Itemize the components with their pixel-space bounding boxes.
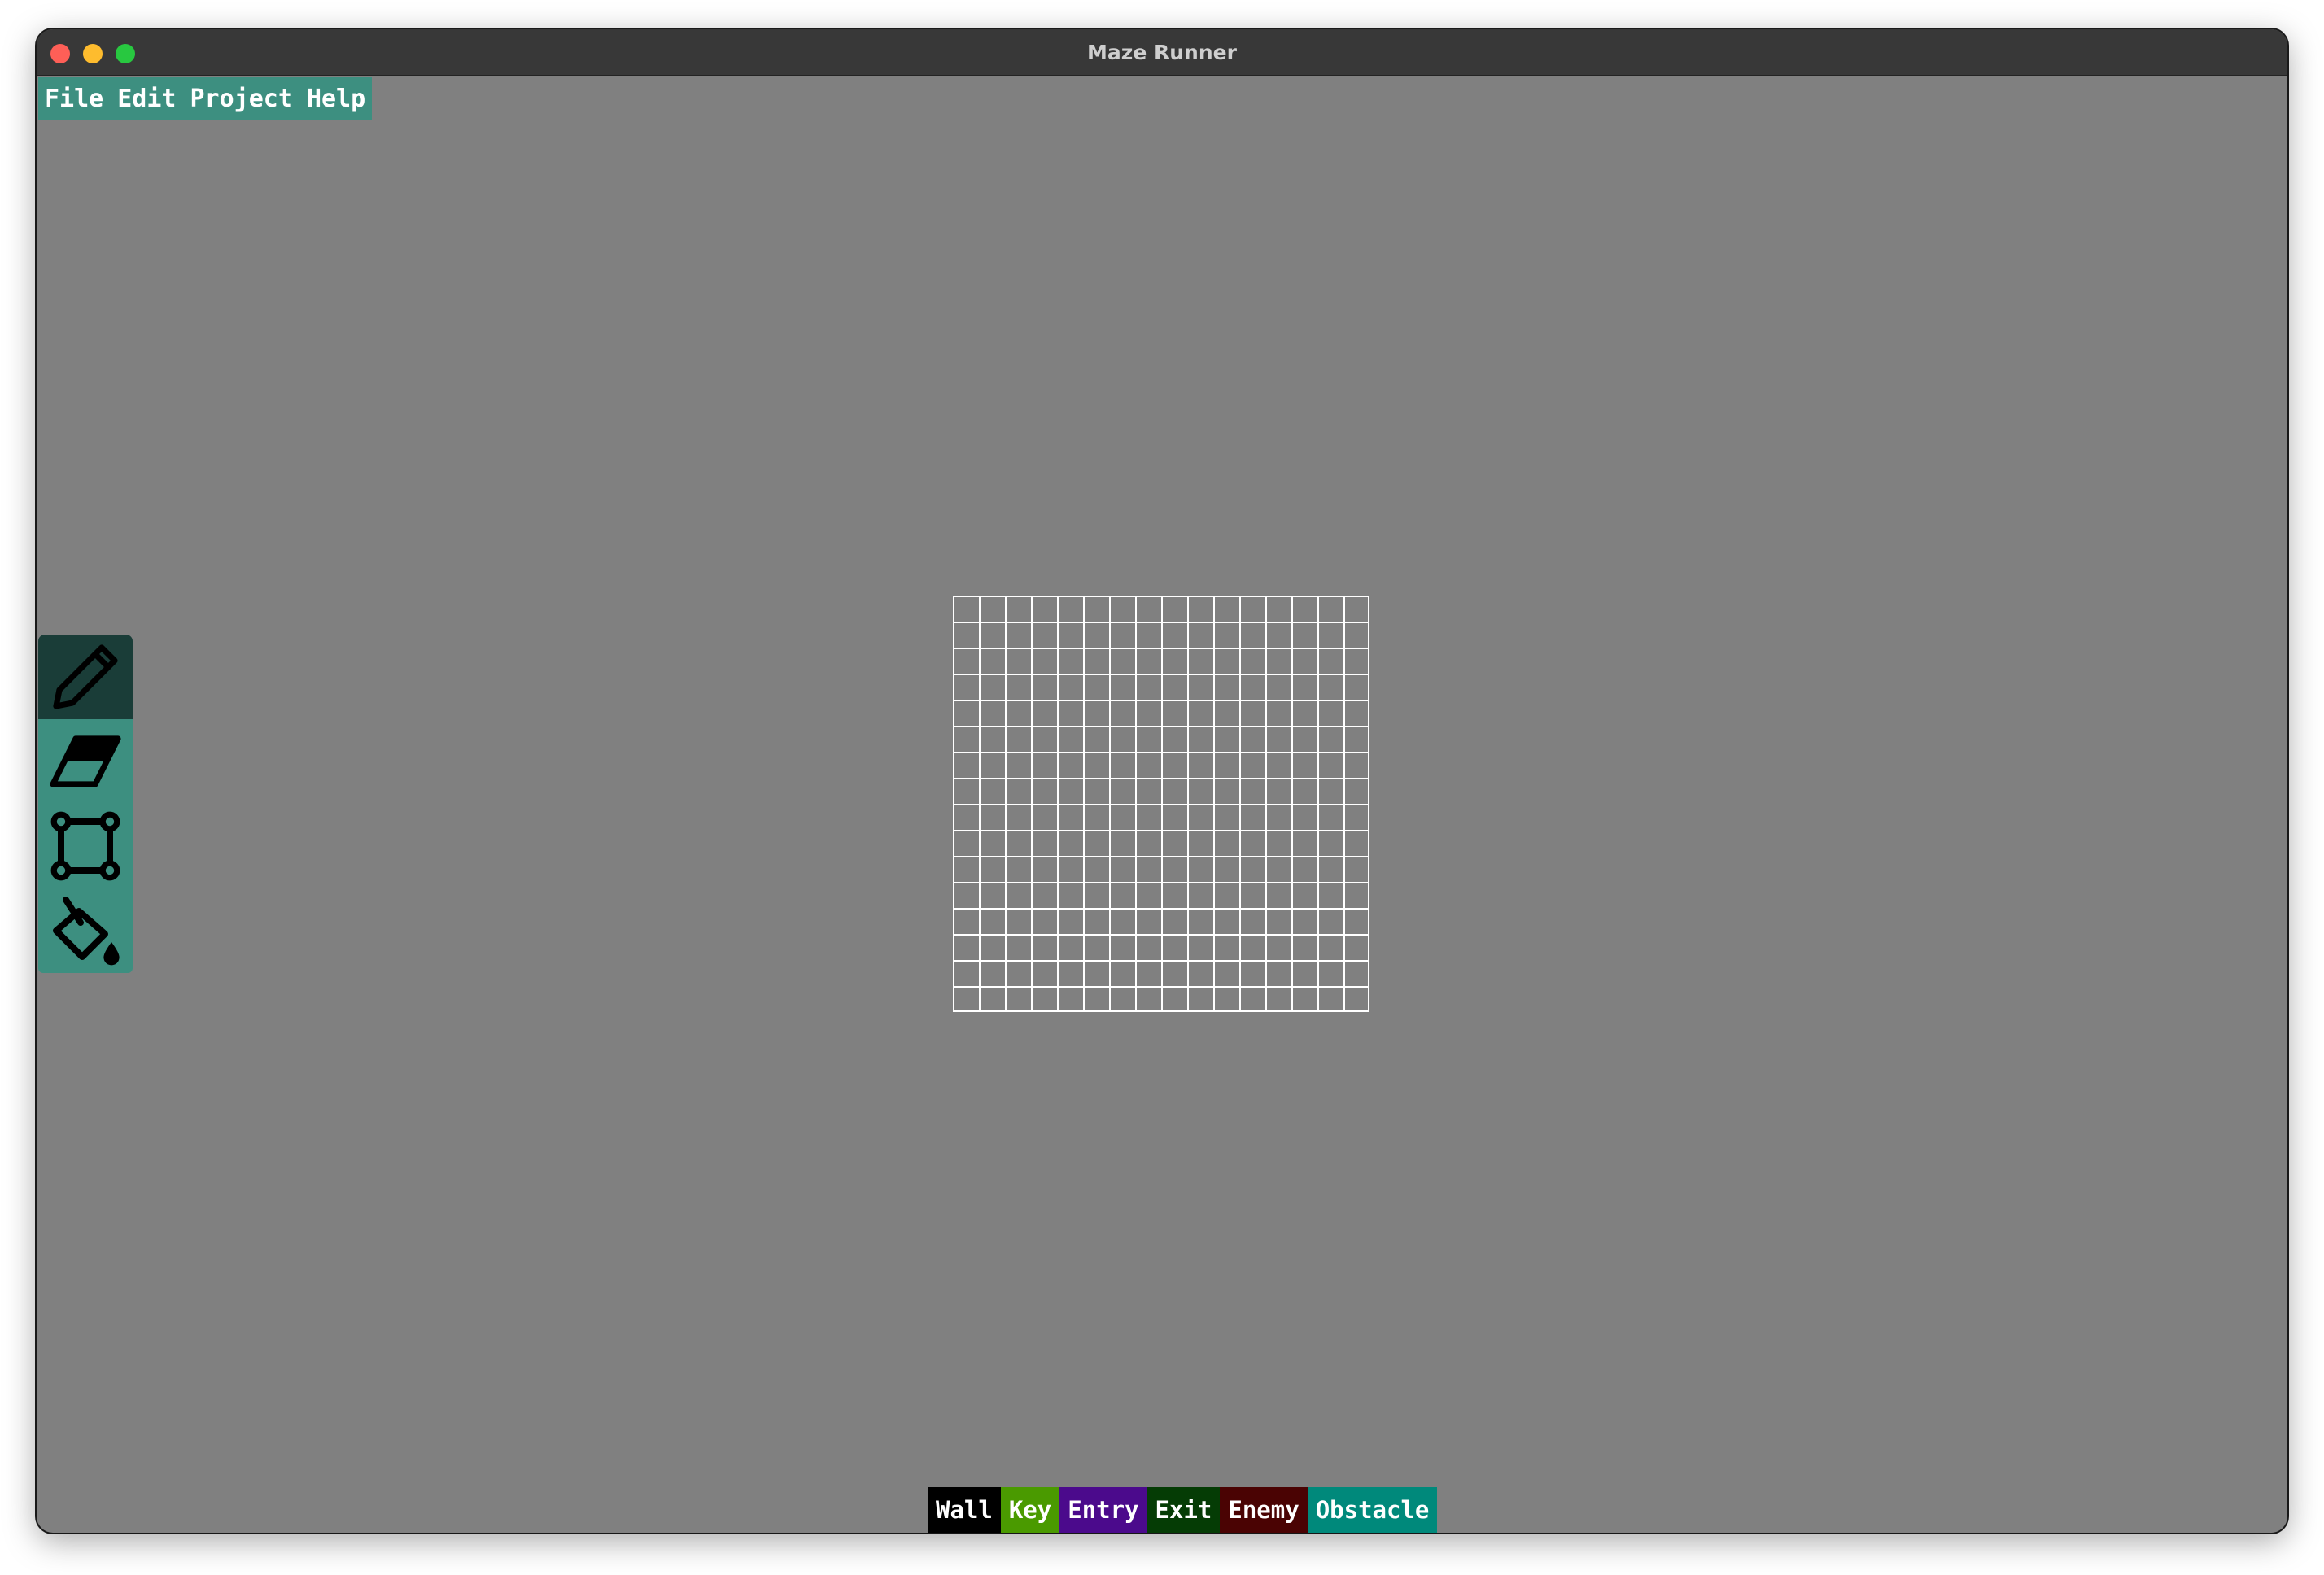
palette-entry[interactable]: Entry: [1059, 1487, 1147, 1533]
paint-bucket-icon: [53, 897, 120, 966]
menu-file[interactable]: File: [45, 85, 103, 113]
menu-bar: File Edit Project Help: [38, 77, 373, 120]
rectangle-select-tool-button[interactable]: [38, 804, 133, 888]
menu-edit[interactable]: Edit: [117, 85, 176, 113]
maze-grid[interactable]: [953, 596, 1370, 1012]
palette-wall[interactable]: Wall: [928, 1487, 1001, 1533]
eraser-tool-button[interactable]: [38, 719, 133, 804]
menu-help[interactable]: Help: [307, 85, 365, 113]
eraser-icon: [50, 735, 121, 788]
tile-type-palette: Wall Key Entry Exit Enemy Obstacle: [928, 1487, 1438, 1533]
palette-key[interactable]: Key: [1000, 1487, 1060, 1533]
palette-enemy[interactable]: Enemy: [1220, 1487, 1308, 1533]
paint-bucket-tool-button[interactable]: [38, 888, 133, 973]
tool-palette: [38, 635, 133, 973]
palette-obstacle[interactable]: Obstacle: [1307, 1487, 1438, 1533]
palette-exit[interactable]: Exit: [1147, 1487, 1221, 1533]
window-title: Maze Runner: [1087, 41, 1237, 64]
menu-project[interactable]: Project: [190, 85, 293, 113]
pencil-tool-button[interactable]: [38, 635, 133, 719]
title-bar[interactable]: Maze Runner: [37, 29, 2287, 76]
pencil-icon: [53, 644, 118, 709]
app-window: Maze Runner File Edit Project Help Wall …: [37, 29, 2287, 1533]
rectangle-select-icon: [50, 811, 120, 881]
